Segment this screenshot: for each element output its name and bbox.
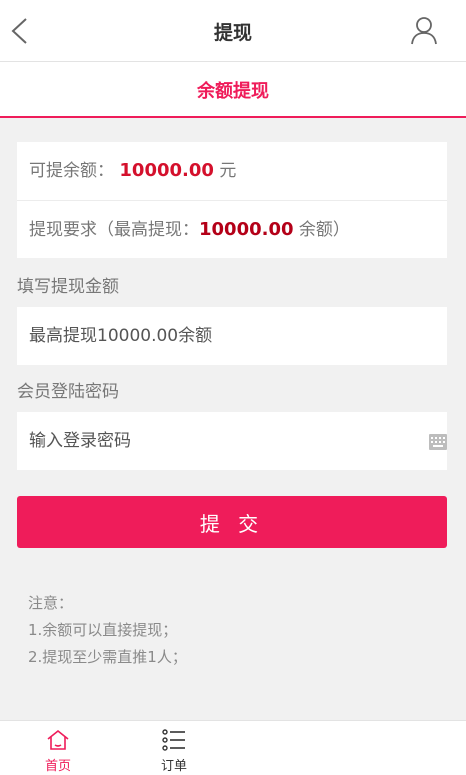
page-title: 提现 (213, 22, 252, 44)
requirement-amount: 10000.00 (199, 219, 294, 240)
balance-unit: 元 (219, 161, 237, 181)
keyboard-icon (429, 434, 447, 450)
nav-item-orders[interactable]: 订单 (144, 727, 204, 774)
keyboard-button[interactable] (429, 434, 447, 450)
submit-button[interactable]: 提 交 (17, 496, 447, 548)
app-root: 提现 余额提现 可提余额： 10000.00 元 提现要求（最高提现：10000… (0, 0, 466, 775)
requirement-suffix: 余额） (298, 220, 350, 240)
tab-bar: 余额提现 (0, 62, 466, 118)
password-input[interactable] (17, 412, 397, 470)
amount-input[interactable] (17, 307, 397, 365)
requirement-prefix: 提现要求（最高提现： (29, 220, 199, 240)
balance-amount: 10000.00 (119, 160, 214, 181)
password-section-label: 会员登陆密码 (17, 382, 119, 402)
list-icon (162, 729, 185, 751)
notes-title: 注意： (28, 594, 74, 612)
balance-row: 可提余额： 10000.00 元 (17, 142, 447, 200)
amount-section-label: 填写提现金额 (17, 277, 119, 297)
requirement-row: 提现要求（最高提现：10000.00 余额） (17, 200, 447, 258)
balance-card: 可提余额： 10000.00 元 提现要求（最高提现：10000.00 余额） (17, 142, 447, 258)
note-item: 2.提现至少需直推1人； (28, 648, 187, 666)
balance-label: 可提余额： (29, 161, 114, 181)
password-input-box (17, 412, 447, 470)
tab-balance-withdraw[interactable]: 余额提现 (0, 77, 466, 103)
notes: 注意： 1.余额可以直接提现； 2.提现至少需直推1人； (28, 590, 187, 671)
nav-label-orders: 订单 (160, 759, 187, 774)
nav-label-home: 首页 (44, 759, 71, 774)
header: 提现 (0, 0, 466, 62)
user-icon (411, 17, 437, 45)
nav-item-home[interactable]: 首页 (28, 727, 88, 774)
user-button[interactable] (410, 15, 438, 45)
bottom-nav: 首页 订单 (0, 720, 466, 775)
amount-input-box (17, 307, 447, 365)
home-icon (47, 729, 69, 750)
note-item: 1.余额可以直接提现； (28, 621, 178, 639)
